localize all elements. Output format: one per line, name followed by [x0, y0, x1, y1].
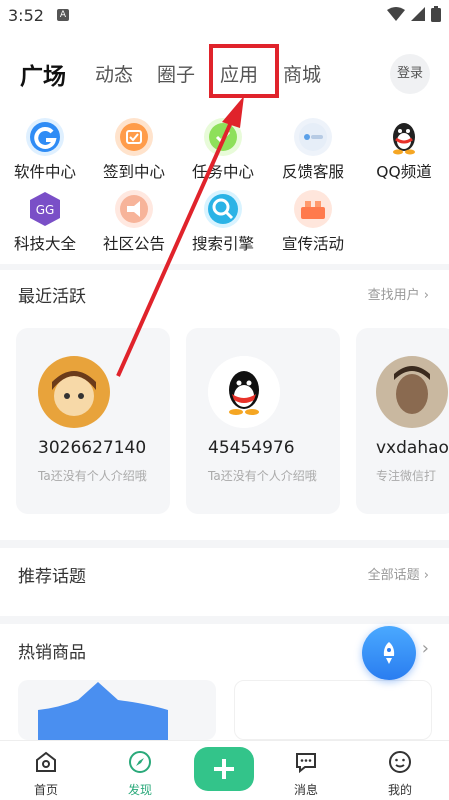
plus-icon: [214, 759, 234, 779]
app-label: QQ频道: [376, 163, 432, 181]
product-card[interactable]: [234, 680, 432, 740]
nav-label: 首页: [33, 783, 58, 797]
app-item-checkin[interactable]: 签到中心: [91, 118, 177, 182]
tab-circles[interactable]: 圈子: [157, 60, 195, 87]
user-name: 3026627140: [38, 438, 147, 458]
nav-label: 消息: [293, 783, 318, 797]
user-name: 45454976: [208, 438, 295, 458]
status-time: 3:52: [8, 6, 44, 25]
app-label: 宣传活动: [281, 235, 344, 253]
message-icon: [296, 753, 316, 774]
checkin-icon: [115, 118, 153, 156]
app-label: 软件中心: [13, 163, 76, 181]
status-bar: 3:52 A: [0, 0, 449, 32]
system-icons: [387, 6, 441, 22]
tab-feed[interactable]: 动态: [95, 60, 133, 87]
section-title: 最近活跃: [18, 287, 86, 307]
tech-icon: GG: [26, 190, 64, 228]
software-center-icon: [26, 118, 64, 156]
nav-home[interactable]: 首页: [16, 749, 76, 798]
avatar: [38, 356, 110, 428]
user-card[interactable]: 3026627140 Ta还没有个人介绍哦: [16, 328, 170, 514]
product-image: [38, 682, 168, 740]
search-engine-icon: [204, 190, 242, 228]
all-topics-label: 全部话题: [367, 568, 420, 583]
rocket-icon: [383, 642, 395, 664]
nav-label: 我的: [387, 783, 412, 797]
nav-discover[interactable]: 发现: [110, 749, 170, 798]
section-title: 推荐话题: [18, 567, 86, 587]
chevron-right-icon[interactable]: ›: [422, 638, 429, 659]
signal-icon: [411, 7, 425, 21]
qq-icon: [385, 118, 423, 156]
recommended-topics-section: 推荐话题 全部话题 ›: [0, 548, 449, 616]
app-label: 搜索引擎: [191, 235, 254, 253]
section-title: 热销商品: [18, 643, 86, 663]
avatar: [376, 356, 448, 428]
task-icon: [204, 118, 242, 156]
user-card[interactable]: vxdahao 专注微信打: [356, 328, 449, 514]
product-card[interactable]: [18, 680, 216, 740]
announcement-icon: [115, 190, 153, 228]
compass-icon: [129, 751, 151, 773]
nav-label: 发现: [127, 783, 152, 797]
user-intro: Ta还没有个人介绍哦: [38, 469, 147, 483]
all-topics-link[interactable]: 全部话题 ›: [368, 564, 429, 583]
bottom-nav: 首页 发现 消息 我的: [0, 740, 449, 800]
user-card[interactable]: 45454976 Ta还没有个人介绍哦: [186, 328, 340, 514]
feedback-icon: [294, 118, 332, 156]
user-name: vxdahao: [376, 438, 449, 458]
app-item-announcement[interactable]: 社区公告: [91, 190, 177, 254]
app-label: 签到中心: [102, 163, 165, 181]
nav-messages[interactable]: 消息: [276, 749, 336, 798]
add-post-button[interactable]: [194, 747, 254, 791]
nav-profile[interactable]: 我的: [370, 749, 430, 798]
user-intro: 专注微信打: [376, 469, 437, 483]
app-item-feedback[interactable]: 反馈客服: [270, 118, 356, 182]
rocket-fab[interactable]: [362, 626, 416, 680]
app-item-promo[interactable]: 宣传活动: [270, 190, 356, 254]
profile-icon: [389, 751, 411, 773]
app-item-software-center[interactable]: 软件中心: [2, 118, 88, 182]
svg-text:GG: GG: [36, 203, 55, 217]
app-label: 社区公告: [102, 235, 165, 253]
find-user-label: 查找用户: [367, 288, 420, 303]
app-label: 任务中心: [191, 163, 254, 181]
app-root: { "status": {"time": "3:52", "badge": "A…: [0, 0, 449, 800]
find-user-link[interactable]: 查找用户 ›: [368, 284, 429, 303]
notification-badge: A: [57, 9, 69, 21]
recent-user-cards: 3026627140 Ta还没有个人介绍哦 45454976 Ta还没有个人介绍…: [0, 328, 449, 518]
chevron-right-icon: ›: [423, 288, 429, 303]
user-intro: Ta还没有个人介绍哦: [208, 469, 317, 483]
battery-icon: [431, 6, 441, 22]
tab-mall[interactable]: 商城: [283, 60, 321, 87]
top-tab-bar: 广场 动态 圈子 应用 商城 登录: [0, 32, 449, 112]
tab-highlight-box: [209, 44, 279, 98]
promo-icon: [294, 190, 332, 228]
app-item-task[interactable]: 任务中心: [180, 118, 266, 182]
app-item-search-engine[interactable]: 搜索引擎: [180, 190, 266, 254]
login-button[interactable]: 登录: [390, 54, 430, 94]
chevron-right-icon: ›: [423, 568, 429, 583]
app-item-qq[interactable]: QQ频道: [361, 118, 447, 182]
home-icon: [36, 751, 56, 772]
app-label: 反馈客服: [281, 163, 344, 181]
app-item-tech[interactable]: GG 科技大全: [2, 190, 88, 254]
app-grid: 软件中心 签到中心 任务中心 反馈客服 QQ频道 GG 科技大全 社区公告 搜索…: [0, 112, 449, 264]
avatar: [208, 356, 280, 428]
app-label: 科技大全: [13, 235, 76, 253]
tab-square[interactable]: 广场: [20, 57, 66, 91]
wifi-icon: [387, 7, 405, 21]
